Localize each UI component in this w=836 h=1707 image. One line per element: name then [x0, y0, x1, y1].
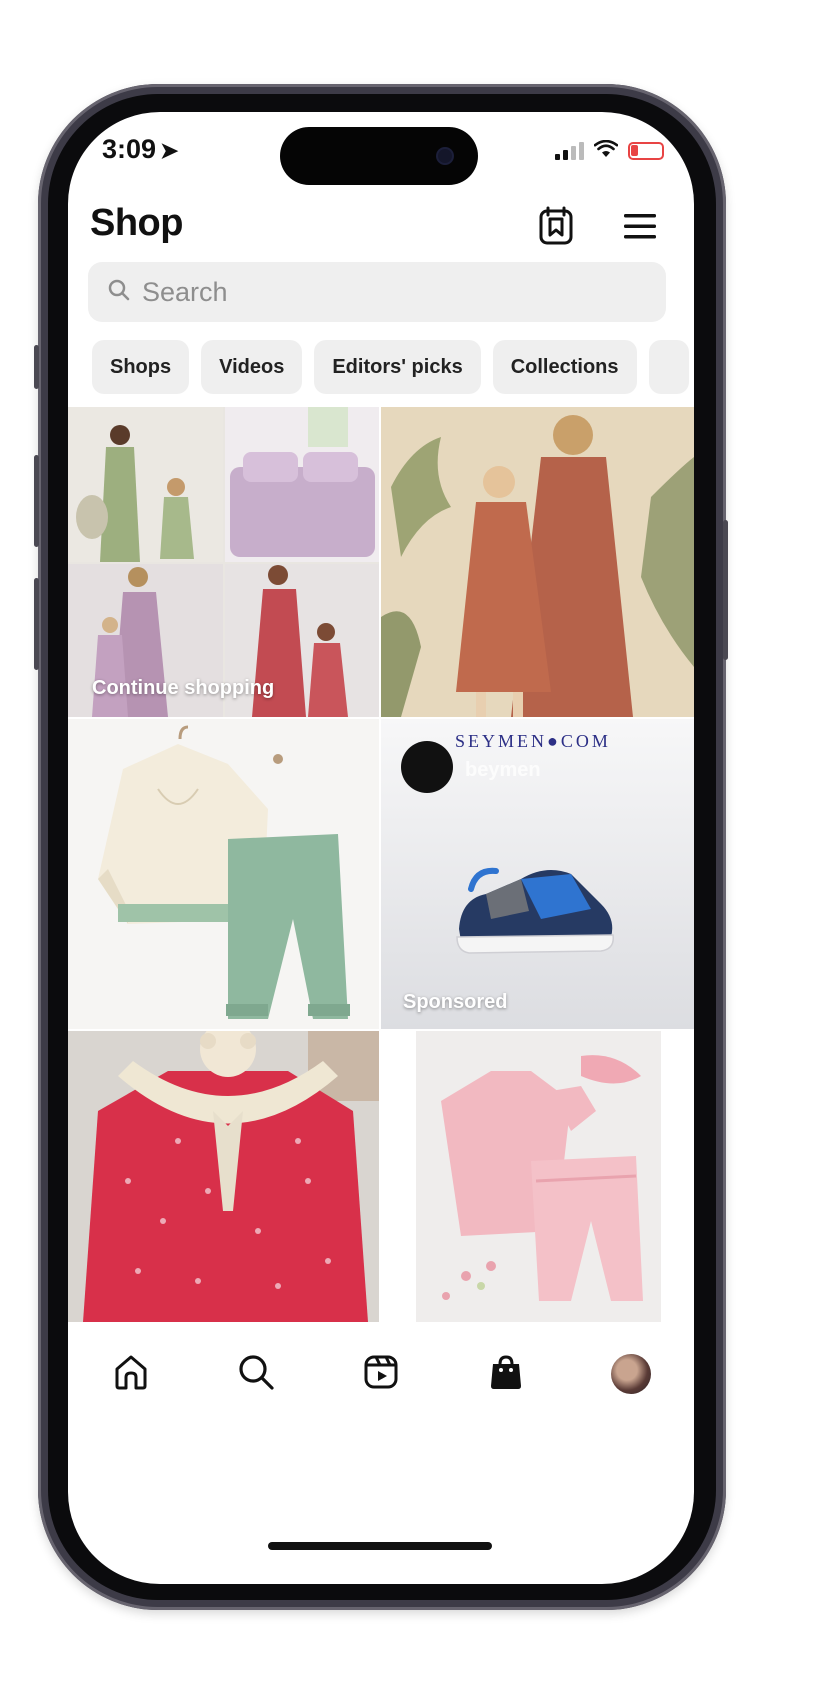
wifi-icon [593, 139, 619, 160]
chip-shops[interactable]: Shops [92, 340, 190, 394]
shop-saved-icon[interactable] [534, 204, 578, 248]
chip-editors-picks[interactable]: Editors' picks [314, 340, 481, 394]
account-name: beymen [465, 759, 541, 781]
product-tile-terracotta-dresses[interactable] [381, 407, 694, 717]
chip-videos[interactable]: Videos [201, 340, 303, 394]
product-image [68, 719, 379, 1029]
sneaker-image [456, 867, 614, 954]
menu-icon[interactable] [618, 204, 662, 248]
signal-icon [555, 142, 584, 160]
product-image [68, 1031, 379, 1322]
page-title: Shop [90, 202, 183, 244]
dynamic-island [280, 127, 478, 185]
bottom-nav [68, 1324, 694, 1424]
home-icon [111, 1352, 151, 1397]
chip-more[interactable] [648, 340, 689, 394]
shopping-bag-icon [486, 1352, 526, 1397]
search-icon [236, 1352, 276, 1397]
avatar [611, 1354, 652, 1394]
nav-search[interactable] [193, 1324, 318, 1424]
header: Shop [68, 192, 694, 262]
location-icon: ➤ [160, 138, 179, 163]
continue-shopping-tile[interactable]: Continue shopping [68, 407, 379, 717]
product-tile-pink-baby-set[interactable] [381, 1031, 694, 1322]
sponsored-label: Sponsored [403, 991, 508, 1013]
sponsored-tile-sneaker[interactable]: SEYMEN●COM beymen Sponsored [381, 719, 694, 1029]
product-grid: Continue shopping SEYMEN●COM beymen Spon… [68, 407, 694, 1322]
status-icons [555, 139, 664, 160]
product-tile-baby-set[interactable] [68, 719, 379, 1029]
status-bar: 3:09 ➤ [68, 112, 694, 192]
camera-icon [438, 149, 452, 163]
continue-shopping-label: Continue shopping [92, 677, 275, 699]
side-button-action [34, 345, 39, 389]
product-image [381, 407, 694, 717]
search-input[interactable]: Search [88, 262, 666, 322]
chip-collections[interactable]: Collections [492, 340, 637, 394]
nav-shop[interactable] [444, 1324, 569, 1424]
nav-profile[interactable] [569, 1324, 694, 1424]
reels-icon [361, 1352, 401, 1397]
nav-home[interactable] [68, 1324, 193, 1424]
product-image [381, 1031, 694, 1322]
category-chips: Shops Videos Editors' picks Collections [92, 340, 689, 394]
time-text: 3:09 [102, 134, 157, 164]
search-placeholder: Search [142, 276, 228, 307]
side-button-volume-down [34, 578, 39, 670]
collage-image [68, 407, 379, 717]
search-icon [108, 279, 130, 306]
brand-name: SEYMEN●COM [455, 731, 611, 751]
nav-reels[interactable] [318, 1324, 443, 1424]
brand-avatar[interactable] [401, 741, 453, 793]
home-indicator [268, 1542, 492, 1550]
battery-icon [628, 142, 664, 160]
screen: 3:09 ➤ Shop Search Shops Videos Editors'… [68, 112, 694, 1584]
product-tile-red-dress[interactable] [68, 1031, 379, 1322]
side-button-volume-up [34, 455, 39, 547]
side-button-power [723, 520, 728, 660]
status-time: 3:09 ➤ [102, 134, 178, 165]
